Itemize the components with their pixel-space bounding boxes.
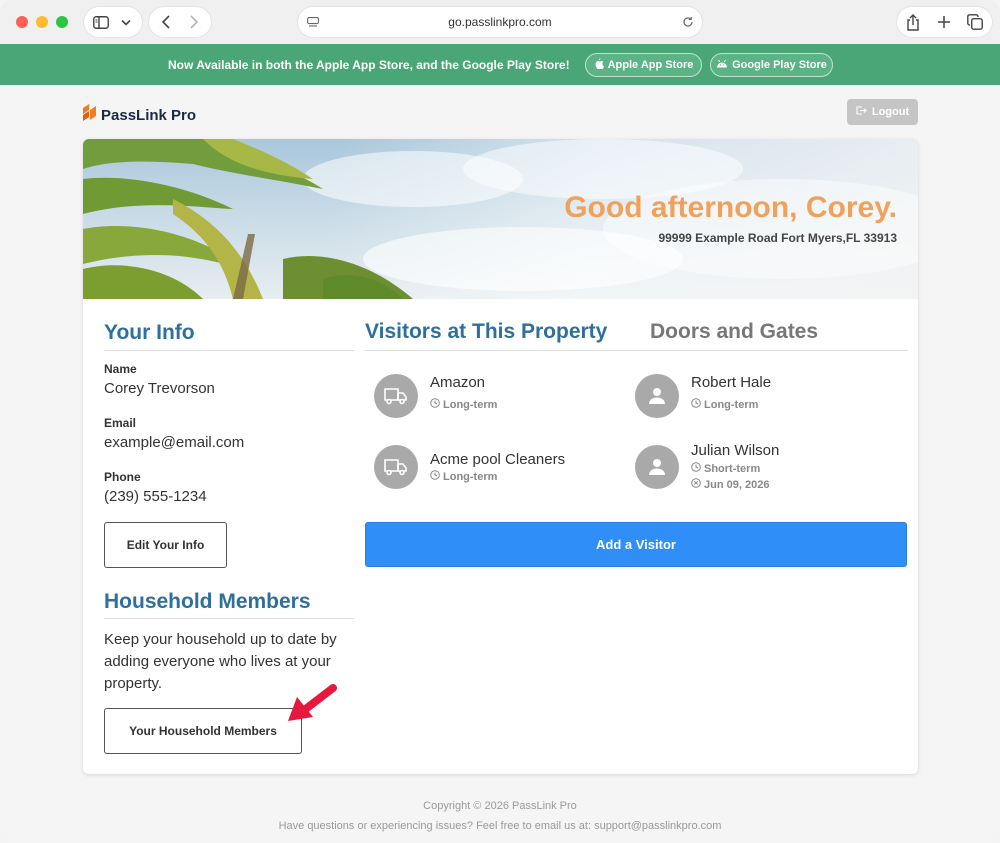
browser-actions-group xyxy=(897,7,992,37)
greeting-text: Good afternoon, Corey. xyxy=(564,191,897,224)
passlink-logo[interactable]: PassLink Pro xyxy=(83,104,196,126)
nav-button-group xyxy=(149,7,211,37)
tab-overview-icon[interactable] xyxy=(966,13,984,31)
visitor-term-label: Long-term xyxy=(443,398,498,411)
household-members-title: Household Members xyxy=(104,590,311,613)
visitor-expiration-date: Jun 09, 2026 xyxy=(704,478,770,491)
visitor-item[interactable]: Julian Wilson Short-term Jun 09, 2026 xyxy=(635,442,855,492)
visitor-name: Robert Hale xyxy=(691,374,772,391)
chevron-down-icon[interactable] xyxy=(118,14,134,30)
your-info-title: Your Info xyxy=(104,321,195,344)
url-text: go.passlinkpro.com xyxy=(448,15,552,29)
tabs-divider xyxy=(365,350,908,351)
clock-icon xyxy=(691,398,701,411)
hero-banner: Good afternoon, Corey. 99999 Example Roa… xyxy=(83,139,918,299)
visitor-item[interactable]: Robert Hale Long-term xyxy=(635,374,855,420)
property-address: 99999 Example Road Fort Myers,FL 33913 xyxy=(658,231,897,245)
logout-button[interactable]: Logout xyxy=(847,99,918,125)
add-visitor-button[interactable]: Add a Visitor xyxy=(365,522,907,567)
email-label: Email xyxy=(104,416,137,430)
edit-your-info-button[interactable]: Edit Your Info xyxy=(104,522,227,568)
visitor-name: Amazon xyxy=(430,374,486,391)
clock-icon xyxy=(691,462,701,475)
address-bar[interactable]: go.passlinkpro.com xyxy=(298,7,702,37)
person-icon xyxy=(635,445,679,489)
apple-app-store-button[interactable]: Apple App Store xyxy=(585,53,702,77)
red-arrow-annotation xyxy=(288,684,337,721)
visitor-term: Long-term xyxy=(430,470,497,483)
logout-icon xyxy=(856,106,867,118)
browser-toolbar: go.passlinkpro.com xyxy=(0,0,1000,45)
email-value: example@email.com xyxy=(104,434,245,451)
back-arrow-icon[interactable] xyxy=(157,13,175,31)
browser-window: go.passlinkpro.com Now Available in both… xyxy=(0,0,1000,843)
passlink-logo-icon xyxy=(83,104,96,126)
apple-app-store-label: Apple App Store xyxy=(607,59,694,71)
visitor-term: Short-term xyxy=(691,462,760,475)
phone-value: (239) 555-1234 xyxy=(104,488,207,505)
sidebar-toggle-group[interactable] xyxy=(84,7,142,37)
household-divider xyxy=(104,618,354,619)
visitor-term: Long-term xyxy=(430,398,497,411)
share-icon[interactable] xyxy=(904,13,922,31)
your-household-members-button[interactable]: Your Household Members xyxy=(104,708,302,754)
name-value: Corey Trevorson xyxy=(104,380,215,397)
visitor-name: Acme pool Cleaners xyxy=(430,451,566,468)
dashboard-card: Good afternoon, Corey. 99999 Example Roa… xyxy=(83,139,918,774)
truck-icon xyxy=(374,445,418,489)
minimize-window-button[interactable] xyxy=(36,16,48,28)
person-icon xyxy=(635,374,679,418)
footer-help-text: Have questions or experiencing issues? F… xyxy=(278,820,722,832)
clock-icon xyxy=(430,398,440,411)
tab-visitors[interactable]: Visitors at This Property xyxy=(365,320,607,344)
app-store-banner: Now Available in both the Apple App Stor… xyxy=(0,44,1000,85)
google-play-store-button[interactable]: Google Play Store xyxy=(710,53,833,77)
android-icon xyxy=(716,59,728,71)
expiration-x-icon xyxy=(691,478,701,491)
tab-doors-and-gates[interactable]: Doors and Gates xyxy=(650,320,818,344)
logout-label: Logout xyxy=(871,106,910,118)
visitor-item[interactable]: Amazon Long-term xyxy=(374,374,594,420)
zoom-window-button[interactable] xyxy=(56,16,68,28)
visitor-term-label: Short-term xyxy=(704,462,761,475)
new-tab-icon[interactable] xyxy=(935,13,953,31)
phone-label: Phone xyxy=(104,470,141,484)
visitor-term: Long-term xyxy=(691,398,758,411)
visitor-term-label: Long-term xyxy=(443,470,498,483)
banner-text: Now Available in both the Apple App Stor… xyxy=(168,58,570,72)
apple-icon xyxy=(594,58,604,72)
visitor-expiration: Jun 09, 2026 xyxy=(691,478,769,491)
visitor-item[interactable]: Acme pool Cleaners Long-term xyxy=(374,445,594,491)
sidebar-icon[interactable] xyxy=(92,13,110,31)
logo-text: PassLink Pro xyxy=(101,106,197,124)
visitor-name: Julian Wilson xyxy=(691,442,780,459)
visitor-term-label: Long-term xyxy=(704,398,759,411)
name-label: Name xyxy=(104,362,137,376)
google-play-store-label: Google Play Store xyxy=(732,59,827,71)
forward-arrow-icon[interactable] xyxy=(185,13,203,31)
close-window-button[interactable] xyxy=(16,16,28,28)
footer-copyright: Copyright © 2026 PassLink Pro xyxy=(423,800,577,812)
your-info-divider xyxy=(104,350,354,351)
reload-icon[interactable] xyxy=(681,15,695,29)
clock-icon xyxy=(430,470,440,483)
truck-icon xyxy=(374,374,418,418)
